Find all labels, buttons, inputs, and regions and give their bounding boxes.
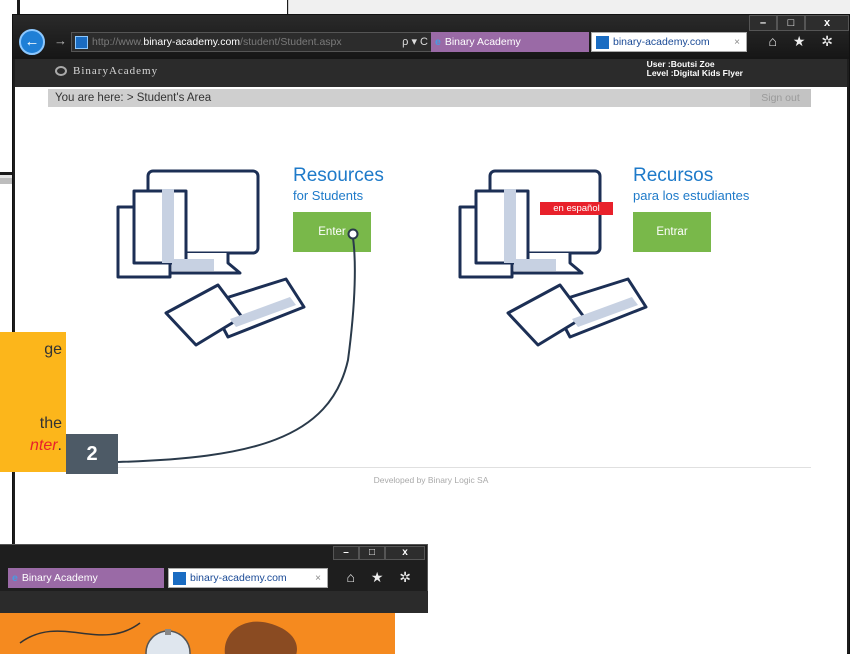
minimize-button[interactable]: – [749, 15, 777, 31]
callout-text-line1: ge [44, 341, 62, 358]
site-favicon-icon [173, 571, 186, 585]
callout-text-line3: nter. [30, 436, 62, 456]
background-window-top-right [288, 0, 850, 14]
browser-chrome: – □ x ← → http://www. binary-academy.com /… [13, 15, 849, 59]
site-header: BinaryAcademy User :Boutsi Zoe Level :Di… [15, 59, 847, 87]
home-favorites-settings-icons[interactable]: ⌂ ★ ✲ [768, 33, 839, 50]
breadcrumb-text: You are here: > Student's Area [55, 92, 212, 104]
maximize-button[interactable]: □ [777, 15, 805, 31]
enter-button[interactable]: Enter [293, 212, 371, 252]
cartoon-illustration [19, 621, 297, 654]
back-arrow-icon[interactable]: ← [19, 29, 45, 55]
tab-close-icon[interactable]: × [315, 573, 321, 584]
home-favorites-settings-icons[interactable]: ⌂ ★ ✲ [346, 569, 417, 586]
tab-close-icon[interactable]: × [734, 37, 740, 48]
recursos-subtitle: para los estudiantes [633, 188, 750, 203]
instruction-callout: ge the nter. [0, 332, 66, 472]
spanish-badge: en español [540, 202, 613, 215]
close-button[interactable]: x [385, 546, 425, 560]
tab-binary-academy-com[interactable]: binary-academy.com × [591, 32, 747, 52]
step-number-badge: 2 [66, 434, 118, 474]
site-favicon-icon [596, 35, 609, 49]
tab-label: Binary Academy [21, 572, 98, 584]
site-header [0, 591, 428, 613]
tab-binary-academy-com[interactable]: binary-academy.com × [168, 568, 328, 588]
address-bar[interactable]: http://www. binary-academy.com/student/St… [71, 32, 435, 52]
resources-subtitle: for Students [293, 188, 364, 203]
window-controls: – □ x [333, 546, 425, 560]
sign-out-button[interactable]: Sign out [750, 89, 811, 107]
second-browser-window: – □ x e Binary Academy binary-academy.co… [0, 544, 428, 654]
kids-cartoon-banner [0, 613, 395, 654]
tab-label: binary-academy.com [613, 36, 710, 48]
callout-text-line2: the [39, 415, 62, 432]
tab-label: binary-academy.com [190, 572, 287, 584]
tab-label: Binary Academy [444, 36, 521, 48]
footer-credit: Developed by Binary Logic SA [373, 475, 489, 485]
footer-divider [48, 467, 811, 468]
callout-period: . [57, 437, 62, 454]
computer-tablet-illustration [116, 169, 306, 347]
tab-binary-academy[interactable]: e Binary Academy [431, 32, 589, 52]
callout-highlight: nter [29, 437, 58, 454]
recursos-title: Recursos [633, 165, 714, 186]
url-domain: binary-academy.com [143, 36, 241, 48]
user-level: Level :Digital Kids Flyer [646, 68, 743, 78]
forward-arrow-icon[interactable]: → [54, 33, 67, 48]
logo-text: BinaryAcademy [73, 65, 159, 77]
tab-binary-academy[interactable]: e Binary Academy [8, 568, 164, 588]
url-path: /student/Student.aspx [240, 36, 342, 48]
background-window-top [0, 0, 290, 14]
url-prefix: http://www. [92, 36, 144, 48]
site-favicon-icon [75, 35, 88, 49]
ie-icon: e [12, 572, 18, 584]
address-search-refresh-icon[interactable]: ρ ▾ C [402, 35, 428, 48]
minimize-button[interactable]: – [333, 546, 359, 560]
user-info: User :Boutsi Zoe Level :Digital Kids Fly… [647, 60, 743, 78]
window-controls: – □ x [749, 15, 849, 31]
maximize-button[interactable]: □ [359, 546, 385, 560]
logo-icon [55, 66, 67, 77]
entrar-button[interactable]: Entrar [633, 212, 711, 252]
computer-tablet-illustration [458, 169, 648, 347]
site-logo[interactable]: BinaryAcademy [55, 65, 158, 77]
page-side-panel [395, 613, 428, 654]
close-button[interactable]: x [805, 15, 849, 31]
breadcrumb: You are here: > Student's Area Sign out [48, 89, 811, 107]
resources-title: Resources [293, 165, 384, 186]
ie-icon: e [435, 36, 441, 48]
